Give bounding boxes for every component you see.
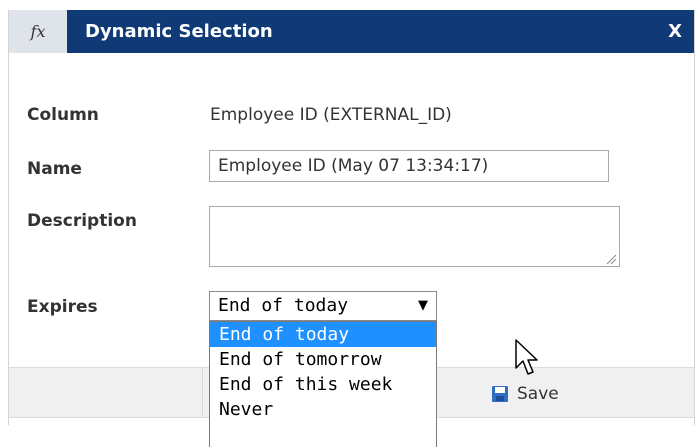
- close-button[interactable]: X: [668, 21, 682, 42]
- description-field[interactable]: [209, 206, 620, 267]
- expires-option-never[interactable]: Never: [210, 397, 436, 422]
- dropdown-arrow-icon: ▼: [418, 298, 428, 313]
- save-label: Save: [517, 384, 559, 404]
- name-label: Name: [27, 159, 82, 179]
- expires-dropdown-list: End of today End of tomorrow End of this…: [209, 321, 437, 447]
- expires-select[interactable]: End of today ▼: [209, 291, 437, 321]
- description-label: Description: [27, 211, 137, 231]
- mouse-cursor-icon: [515, 339, 538, 375]
- footer-divider: [202, 367, 203, 417]
- dialog-title: Dynamic Selection: [85, 21, 273, 42]
- expires-selected-value: End of today: [218, 295, 349, 316]
- expires-option-end-of-tomorrow[interactable]: End of tomorrow: [210, 347, 436, 372]
- column-value: Employee ID (EXTERNAL_ID): [210, 105, 452, 125]
- name-field[interactable]: [209, 150, 609, 182]
- dynamic-selection-dialog: fx Dynamic Selection X Column Employee I…: [8, 10, 695, 447]
- expires-option-end-of-this-week[interactable]: End of this week: [210, 372, 436, 397]
- fx-icon: fx: [9, 10, 67, 53]
- save-button[interactable]: Save: [491, 383, 559, 405]
- save-icon: [492, 386, 508, 402]
- dialog-titlebar: fx Dynamic Selection X: [9, 10, 694, 53]
- resize-grip-icon[interactable]: [605, 253, 617, 265]
- expires-option-end-of-today[interactable]: End of today: [210, 322, 436, 347]
- expires-label: Expires: [27, 297, 98, 317]
- column-label: Column: [27, 105, 99, 125]
